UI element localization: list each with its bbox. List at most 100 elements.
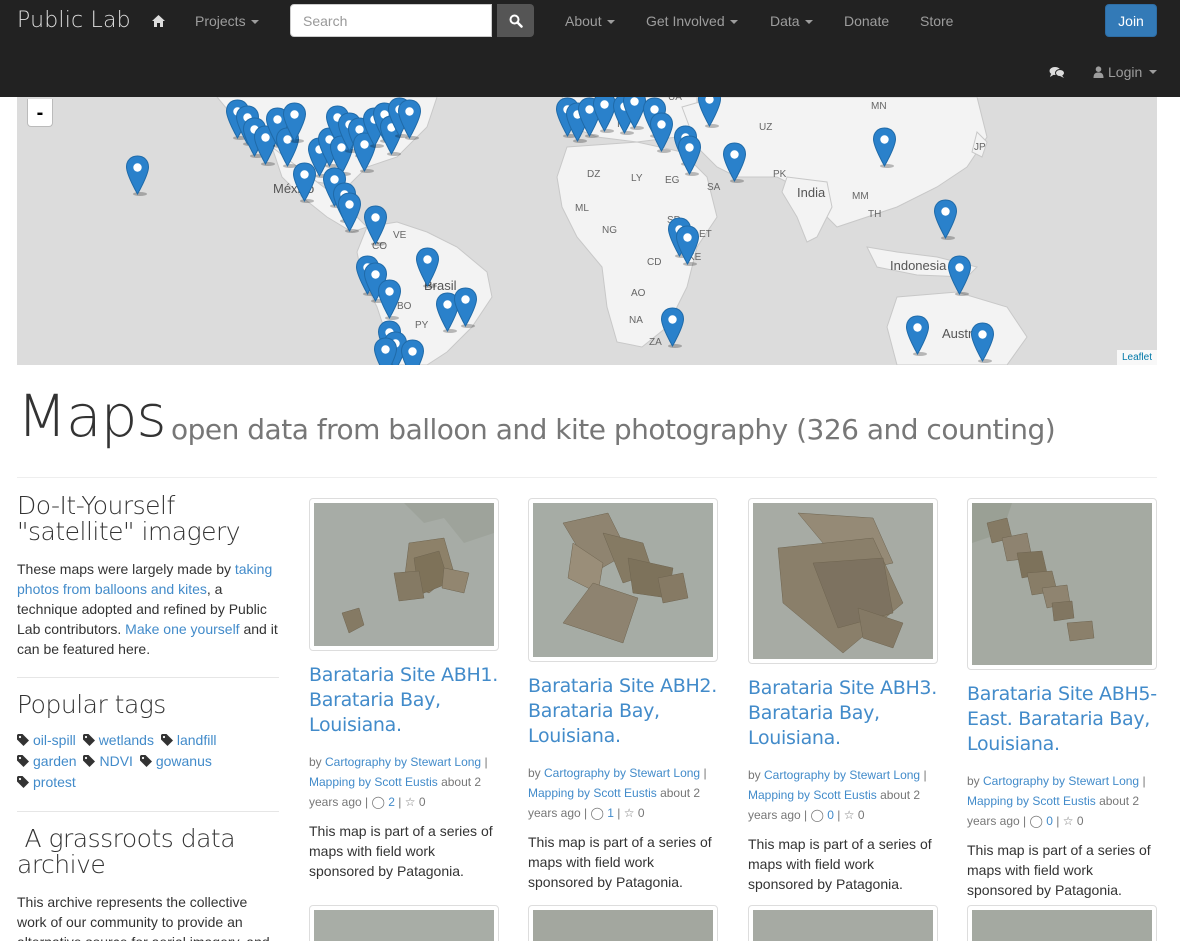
map-label-na: NA (629, 315, 643, 326)
sidebar: Do-It-Yourself "satellite" imagery These… (17, 493, 279, 941)
map-thumbnail[interactable] (309, 905, 499, 941)
author-link[interactable]: Mapping by Scott Eustis (748, 788, 877, 802)
map-title-link[interactable]: Barataria Site ABH3. Barataria Bay, Loui… (748, 676, 938, 751)
zoom-out-button[interactable]: - (27, 99, 53, 127)
map-marker-icon[interactable] (933, 199, 958, 240)
tag-wetlands[interactable]: wetlands (82, 730, 154, 750)
map-title-link[interactable]: Barataria Site ABH5-East. Barataria Bay,… (967, 682, 1157, 757)
map-marker-icon[interactable] (397, 99, 422, 140)
author-link[interactable]: Mapping by Scott Eustis (528, 786, 657, 800)
brand-logo-link[interactable]: Public Lab (17, 8, 131, 33)
map-marker-icon[interactable] (905, 315, 930, 356)
tag-landfill[interactable]: landfill (160, 730, 217, 750)
tag-label[interactable]: gowanus (156, 751, 212, 771)
author-link[interactable]: Cartography by Stewart Long (544, 766, 700, 780)
map-label-indonesia: Indonesia (890, 258, 947, 273)
join-button[interactable]: Join (1105, 4, 1157, 37)
map-marker-icon[interactable] (649, 112, 674, 153)
comment-count-link[interactable]: 2 (388, 795, 395, 809)
tag-protest[interactable]: protest (17, 772, 76, 792)
nav-store-link[interactable]: Store (920, 13, 953, 29)
author-link[interactable]: Mapping by Scott Eustis (309, 775, 438, 789)
map-marker-icon[interactable] (872, 127, 897, 168)
map-marker-icon[interactable] (947, 255, 972, 296)
nav-get-involved-dropdown[interactable]: Get Involved (646, 13, 738, 29)
author-link[interactable]: Cartography by Stewart Long (764, 768, 920, 782)
map-label-ve: VE (393, 230, 407, 241)
comment-count-link[interactable]: 0 (827, 808, 834, 822)
map-marker-icon[interactable] (415, 247, 440, 288)
map-description: This map is part of a series of maps wit… (748, 836, 932, 892)
map-meta: by Cartography by Stewart Long | Mapping… (309, 755, 488, 809)
tag-label[interactable]: NDVI (99, 751, 132, 771)
comment-icon: ◯ (1029, 814, 1043, 828)
author-link[interactable]: Cartography by Stewart Long (983, 774, 1139, 788)
tag-garden[interactable]: garden (17, 751, 77, 771)
user-icon (1093, 66, 1104, 78)
comment-icon: ◯ (590, 806, 604, 820)
map-marker-icon[interactable] (373, 337, 398, 365)
map-thumbnail[interactable] (309, 498, 499, 651)
map-marker-icon[interactable] (722, 142, 747, 183)
map-marker-icon[interactable] (363, 205, 388, 246)
tag-label[interactable]: oil-spill (33, 730, 76, 750)
nav-data-dropdown[interactable]: Data (770, 13, 813, 29)
nav-donate-link[interactable]: Donate (844, 13, 889, 29)
map-marker-icon[interactable] (677, 135, 702, 176)
tag-label[interactable]: landfill (177, 730, 217, 750)
comment-count-link[interactable]: 1 (607, 806, 614, 820)
map-marker-icon[interactable] (660, 307, 685, 348)
tag-icon (139, 755, 152, 767)
like-count: 0 (857, 808, 865, 822)
map-title-link[interactable]: Barataria Site ABH2. Barataria Bay, Loui… (528, 674, 718, 749)
map-marker-icon[interactable] (970, 322, 995, 363)
caret-down-icon (1149, 70, 1158, 74)
map-marker-icon[interactable] (125, 155, 150, 196)
tag-ndvi[interactable]: NDVI (83, 751, 133, 771)
star-icon: ☆ (623, 806, 635, 820)
tag-icon (17, 776, 29, 788)
map-marker-icon[interactable] (400, 339, 425, 365)
map-thumbnail[interactable] (748, 905, 938, 941)
map-thumbnail[interactable] (528, 905, 718, 941)
chat-icon[interactable] (1049, 66, 1065, 82)
map-marker-icon[interactable] (337, 192, 362, 233)
diy-paragraph: These maps were largely made by taking p… (17, 559, 279, 659)
map-card: Barataria Site ABH2. Barataria Bay, Loui… (528, 498, 718, 892)
caret-down-icon (250, 20, 259, 25)
star-icon: ☆ (843, 808, 855, 822)
meta-by: by (528, 766, 545, 780)
tag-gowanus[interactable]: gowanus (139, 751, 212, 771)
login-dropdown[interactable]: Login (1093, 64, 1158, 80)
map-title-link[interactable]: Barataria Site ABH1. Barataria Bay, Loui… (309, 663, 499, 738)
tag-label[interactable]: garden (33, 751, 77, 771)
tag-icon (17, 734, 29, 746)
comment-count-link[interactable]: 0 (1046, 814, 1053, 828)
maps-world-map[interactable]: - KZ MN UA IT UZ JP DZ LY EG SA PK India… (17, 97, 1157, 365)
map-marker-icon[interactable] (453, 287, 478, 328)
archive-heading: A grassroots data archive (17, 824, 243, 879)
map-thumbnail[interactable] (967, 498, 1157, 670)
map-marker-icon[interactable] (675, 225, 700, 266)
archive-paragraph: This archive represents the collective w… (17, 894, 270, 941)
map-marker-icon[interactable] (292, 162, 317, 203)
tag-label[interactable]: wetlands (99, 730, 154, 750)
map-marker-icon[interactable] (697, 97, 722, 128)
author-link[interactable]: Cartography by Stewart Long (325, 755, 481, 769)
map-thumbnail[interactable] (528, 498, 718, 662)
leaflet-attribution-link[interactable]: Leaflet (1116, 350, 1157, 365)
map-thumbnail-image (972, 910, 1152, 941)
nav-projects-dropdown[interactable]: Projects (195, 13, 259, 29)
map-thumbnail[interactable] (748, 498, 938, 664)
tag-oil-spill[interactable]: oil-spill (17, 730, 76, 750)
home-icon[interactable] (151, 14, 166, 28)
search-input[interactable] (290, 4, 492, 37)
map-marker-icon[interactable] (282, 102, 307, 143)
map-thumbnail[interactable] (967, 905, 1157, 941)
make-one-yourself-link[interactable]: Make one yourself (125, 621, 239, 637)
map-marker-icon[interactable] (377, 279, 402, 320)
author-link[interactable]: Mapping by Scott Eustis (967, 794, 1096, 808)
search-button[interactable] (497, 4, 534, 37)
nav-about-dropdown[interactable]: About (565, 13, 615, 29)
tag-label[interactable]: protest (33, 772, 76, 792)
